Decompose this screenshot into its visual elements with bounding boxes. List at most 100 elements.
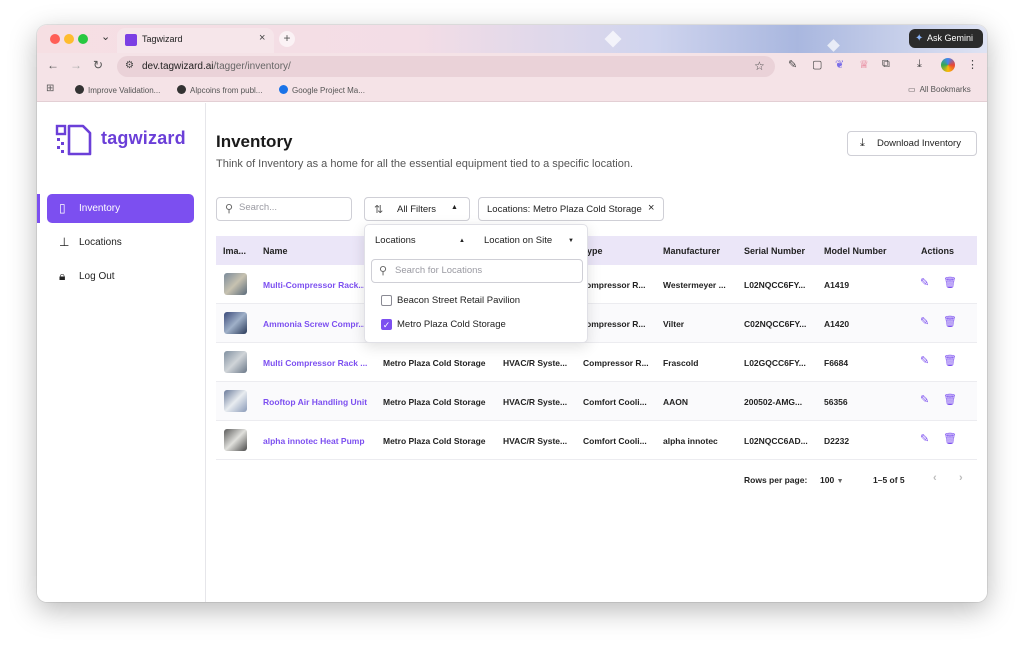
sidebar-item-logout[interactable]: 🔒︎ Log Out	[47, 262, 194, 291]
profile-avatar[interactable]	[941, 58, 955, 72]
download-inventory-button[interactable]: ⤓ Download Inventory	[847, 131, 977, 156]
edit-pencil-icon[interactable]: ✎	[920, 276, 929, 289]
cell-name[interactable]: Rooftop Air Handling Unit	[263, 397, 378, 407]
table-row[interactable]: Multi-Compressor Rack... ompressor R... …	[216, 265, 977, 304]
col-serial[interactable]: Serial Number	[744, 246, 805, 256]
locations-select[interactable]: Locations	[375, 235, 416, 246]
close-window-button[interactable]	[50, 34, 60, 44]
extensions-puzzle-icon[interactable]: ⧉	[882, 58, 890, 71]
tagwizard-favicon-icon	[125, 34, 137, 46]
cell-type: Comfort Cooli...	[583, 436, 647, 446]
cell-name[interactable]: Ammonia Screw Compr...	[263, 319, 378, 329]
address-bar[interactable]: ⚙ dev.tagwizard.ai/tagger/inventory/ ☆	[117, 56, 775, 77]
edit-pencil-icon[interactable]: ✎	[920, 432, 929, 445]
delete-trash-icon[interactable]: 🗑︎	[943, 354, 957, 367]
maximize-window-button[interactable]	[78, 34, 88, 44]
edit-pencil-icon[interactable]: ✎	[920, 393, 929, 406]
tab-close-icon[interactable]: ×	[259, 32, 265, 44]
new-tab-button[interactable]: +	[279, 31, 295, 47]
site-info-icon[interactable]: ⚙	[125, 60, 134, 71]
locations-select-label: Locations	[375, 235, 416, 246]
cell-name[interactable]: alpha innotec Heat Pump	[263, 436, 378, 446]
extension-pen-icon[interactable]: ✎	[788, 58, 797, 71]
menu-kebab-icon[interactable]: ⋮	[967, 58, 978, 71]
back-arrow-icon[interactable]: ←	[47, 58, 59, 72]
caret-down-icon: ▼	[568, 238, 574, 244]
location-search-input[interactable]	[395, 265, 575, 276]
bookmark-item[interactable]: Improve Validation...	[75, 85, 160, 95]
tab-search-chevron-icon[interactable]: ⌄	[101, 30, 110, 43]
cell-location: Metro Plaza Cold Storage	[383, 358, 486, 368]
checkbox-unchecked[interactable]	[381, 295, 392, 306]
gemini-sparkle-icon: ✦	[915, 33, 924, 44]
search-icon: ⚲	[225, 203, 234, 215]
search-icon: ⚲	[379, 265, 388, 277]
sidebar-item-locations[interactable]: ⊥ Locations	[47, 228, 194, 257]
filter-sliders-icon: ⇅	[374, 204, 384, 216]
bookmark-label: Alpcoins from publ...	[190, 86, 263, 95]
location-on-site-select[interactable]: Location on Site	[484, 235, 552, 246]
pin-icon: ⊥	[59, 235, 70, 249]
all-filters-label: All Filters	[397, 204, 437, 215]
col-model[interactable]: Model Number	[824, 246, 887, 256]
cell-type: Comfort Cooli...	[583, 397, 647, 407]
edit-pencil-icon[interactable]: ✎	[920, 315, 929, 328]
downloads-icon[interactable]: ⤓	[917, 58, 922, 71]
cell-model: D2232	[824, 436, 850, 446]
sidebar-item-inventory[interactable]: ▯ Inventory	[47, 194, 194, 223]
extension-leaf-icon[interactable]: ❦	[835, 58, 844, 71]
table-row[interactable]: Ammonia Screw Compr... ompressor R... Vi…	[216, 304, 977, 343]
forward-arrow-icon[interactable]: →	[70, 58, 82, 72]
bookmark-star-icon[interactable]: ☆	[754, 59, 765, 73]
reload-icon[interactable]: ↻	[93, 58, 103, 72]
all-filters-button[interactable]: ⇅ All Filters ▲	[364, 197, 470, 221]
bookmark-label: Improve Validation...	[88, 86, 161, 95]
extension-crown-icon[interactable]: ♕	[859, 58, 869, 71]
prev-page-icon[interactable]: ‹	[933, 472, 937, 484]
location-filter-chip[interactable]: Locations: Metro Plaza Cold Storage ×	[478, 197, 664, 221]
checkbox-checked[interactable]: ✓	[381, 319, 392, 330]
col-name[interactable]: Name	[263, 246, 288, 256]
bookmark-item[interactable]: Alpcoins from publ...	[177, 85, 262, 95]
search-input[interactable]	[239, 202, 344, 213]
cell-serial: L02NQCC6AD...	[744, 436, 808, 446]
cell-name[interactable]: Multi Compressor Rack ...	[263, 358, 378, 368]
page-subtitle: Think of Inventory as a home for all the…	[216, 158, 634, 170]
bookmark-item[interactable]: Google Project Ma...	[279, 85, 365, 95]
table-row[interactable]: Multi Compressor Rack ... Metro Plaza Co…	[216, 343, 977, 382]
chip-remove-icon[interactable]: ×	[648, 202, 654, 214]
next-page-icon[interactable]: ›	[959, 472, 963, 484]
minimize-window-button[interactable]	[64, 34, 74, 44]
delete-trash-icon[interactable]: 🗑︎	[943, 432, 957, 445]
edit-pencil-icon[interactable]: ✎	[920, 354, 929, 367]
table-row[interactable]: alpha innotec Heat Pump Metro Plaza Cold…	[216, 421, 977, 460]
globe-icon	[75, 85, 84, 94]
table-row[interactable]: Rooftop Air Handling Unit Metro Plaza Co…	[216, 382, 977, 421]
option-label: Beacon Street Retail Pavilion	[397, 295, 521, 306]
app-root: tagwizard ▯ Inventory ⊥ Locations 🔒︎ Log…	[37, 103, 987, 602]
cell-serial: C02NQCC6FY...	[744, 319, 807, 329]
search-box[interactable]: ⚲	[216, 197, 352, 221]
rows-per-page-select[interactable]: 100 ▼	[820, 475, 844, 485]
equipment-thumbnail	[224, 390, 247, 412]
logo[interactable]: tagwizard	[55, 124, 186, 161]
rows-per-page-value: 100	[820, 475, 835, 485]
delete-trash-icon[interactable]: 🗑︎	[943, 393, 957, 406]
download-icon: ⤓	[860, 137, 865, 149]
cell-serial: L02NQCC6FY...	[744, 280, 806, 290]
browser-tab[interactable]: Tagwizard ×	[117, 28, 274, 53]
col-type[interactable]: ype	[587, 246, 603, 256]
location-search-box[interactable]: ⚲	[371, 259, 583, 283]
chip-label: Locations: Metro Plaza Cold Storage	[487, 204, 642, 215]
cell-serial: 200502-AMG...	[744, 397, 803, 407]
all-bookmarks[interactable]: ▭ All Bookmarks	[908, 85, 971, 94]
apps-grid-icon[interactable]: ⊞	[46, 83, 54, 94]
col-manufacturer[interactable]: Manufacturer	[663, 246, 720, 256]
col-image[interactable]: Ima...	[223, 246, 246, 256]
extension-square-icon[interactable]: ▢	[812, 58, 822, 71]
cell-name[interactable]: Multi-Compressor Rack...	[263, 280, 378, 290]
browser-toolbar: ← → ↻ ⚙ dev.tagwizard.ai/tagger/inventor…	[37, 53, 987, 79]
delete-trash-icon[interactable]: 🗑︎	[943, 276, 957, 289]
delete-trash-icon[interactable]: 🗑︎	[943, 315, 957, 328]
ask-gemini-button[interactable]: ✦ Ask Gemini	[909, 29, 983, 48]
